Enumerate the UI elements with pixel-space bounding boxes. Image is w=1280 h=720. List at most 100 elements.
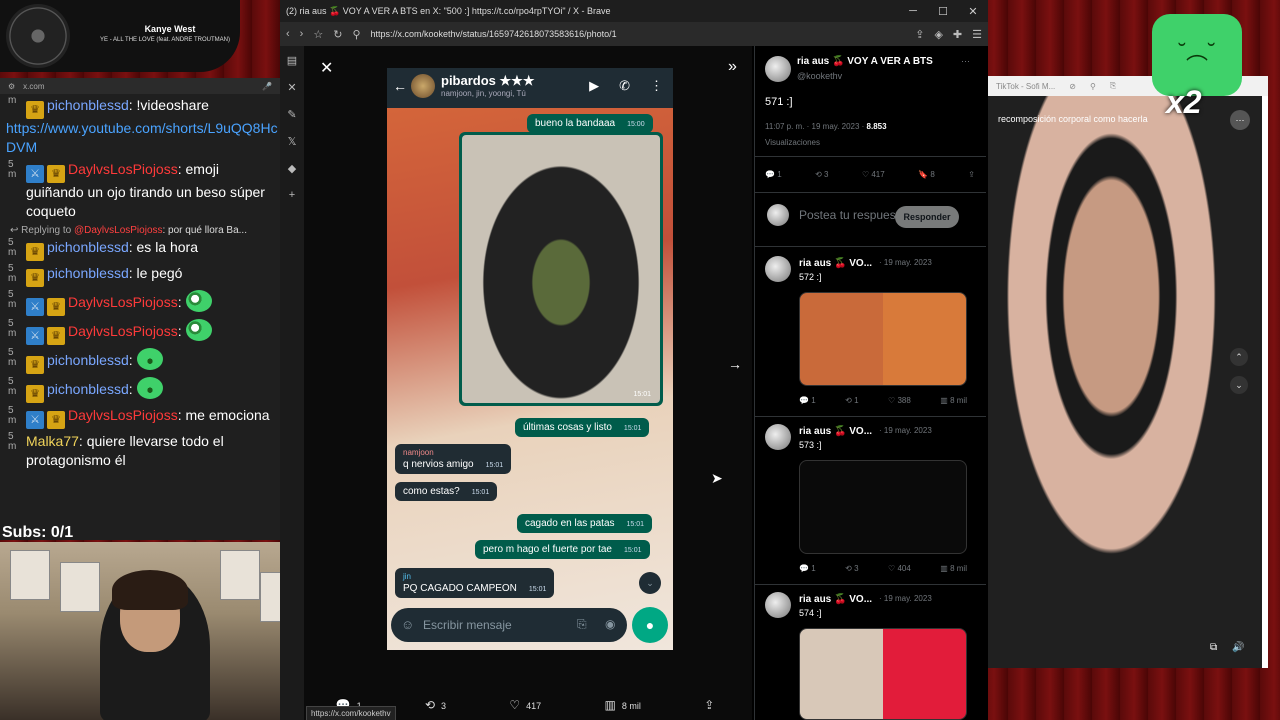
no-video-icon[interactable]: ⊘: [1069, 82, 1076, 91]
chat-username[interactable]: DaylvsLosPiojoss: [68, 294, 178, 310]
reply-author[interactable]: ria aus 🍒 VO...: [799, 594, 872, 605]
x-logo-icon[interactable]: 𝕏: [280, 135, 304, 148]
tweet-text: 571 :]: [765, 96, 793, 108]
brave-shield-icon[interactable]: ◈: [934, 28, 942, 41]
like-stat[interactable]: ♡ 404: [888, 564, 911, 573]
reload-icon[interactable]: ↻: [333, 28, 342, 41]
url-input[interactable]: https://x.com/kookethv/status/1659742618…: [371, 29, 906, 39]
next-photo-icon[interactable]: →: [728, 356, 742, 372]
share-icon[interactable]: ⇪: [968, 170, 975, 179]
chat-username[interactable]: DaylvsLosPiojoss: [68, 161, 178, 177]
pen-icon[interactable]: ✎: [280, 108, 304, 121]
chat-text: : es la hora: [128, 239, 198, 255]
repost-count: 3: [854, 564, 859, 573]
pin-icon[interactable]: ⎘: [1110, 81, 1116, 91]
message-timestamp: 5 m: [8, 431, 17, 452]
chat-username[interactable]: DaylvsLosPiojoss: [68, 323, 178, 339]
close-icon[interactable]: ✕: [280, 81, 304, 94]
mic-icon[interactable]: 🎤: [262, 82, 272, 91]
bookmark-icon[interactable]: ☆: [313, 28, 323, 41]
repost-action[interactable]: ⟲ 3: [425, 698, 446, 712]
now-playing-track: YE - ALL THE LOVE (feat. ANDRE TROUTMAN): [100, 37, 230, 43]
tiktok-tab[interactable]: TikTok - Sofi M...: [996, 82, 1055, 91]
chat-username[interactable]: pichonblessd: [47, 352, 129, 368]
views-stat[interactable]: ▥ 8 mil: [940, 564, 967, 573]
reply-target[interactable]: @DaylvsLosPiojoss: [74, 225, 163, 236]
close-photo-icon[interactable]: ✕: [320, 58, 333, 78]
more-icon[interactable]: ⋯: [1230, 110, 1250, 130]
share-action[interactable]: ⇪: [704, 698, 720, 712]
app-icon[interactable]: ◆: [280, 162, 304, 175]
reply-text: 572 :]: [799, 272, 822, 282]
author-handle[interactable]: @kookethv: [797, 71, 842, 81]
chat-link[interactable]: https://www.youtube.com/shorts/L9uQQ8HcD…: [6, 119, 280, 157]
message-timestamp: m: [8, 95, 17, 106]
volume-icon[interactable]: 🔊: [1232, 642, 1244, 653]
chevron-down-icon[interactable]: ⌄: [1230, 376, 1248, 394]
reply-image[interactable]: [799, 460, 967, 554]
add-icon[interactable]: +: [280, 189, 304, 201]
zoom-icon[interactable]: ⚲: [1090, 82, 1096, 91]
message-time: 15:01: [623, 547, 642, 554]
message-time: 15:01: [471, 489, 490, 496]
repost-stat[interactable]: ⟲ 3: [815, 170, 828, 179]
reply-input[interactable]: Postea tu respuesta: [799, 208, 906, 222]
close-window-button[interactable]: ✕: [958, 5, 988, 18]
menu-icon[interactable]: ☰: [972, 28, 982, 41]
like-action[interactable]: ♡ 417: [509, 698, 541, 712]
reply-image[interactable]: [799, 292, 967, 386]
reply-stat[interactable]: 💬 1: [799, 564, 816, 573]
tiktok-window: TikTok - Sofi M... ⊘ ⚲ ⎘ recomposición c…: [988, 76, 1268, 668]
chat-username[interactable]: Malka77: [26, 433, 79, 449]
collapse-icon[interactable]: »: [728, 58, 737, 76]
emote-icon: [185, 290, 212, 312]
chevron-up-icon[interactable]: ⌃: [1230, 348, 1248, 366]
reply-author[interactable]: ria aus 🍒 VO...: [799, 426, 872, 437]
stream-chat: ⚙ x.com 🎤 m ♛ pichonblessd: !videoshare htt…: [0, 78, 280, 540]
more-icon[interactable]: ⋯: [961, 56, 970, 67]
chat-username[interactable]: DaylvsLosPiojoss: [68, 407, 178, 423]
crown-badge-icon: ♛: [47, 327, 65, 345]
reply-avatar[interactable]: [765, 424, 791, 450]
chat-username[interactable]: pichonblessd: [47, 97, 129, 113]
chat-message: 5 m ♛ pichonblessd: es la hora: [6, 238, 280, 261]
repost-stat[interactable]: ⟲ 3: [845, 564, 858, 573]
crown-badge-icon: ♛: [26, 385, 44, 403]
like-stat[interactable]: ♡ 388: [888, 396, 911, 405]
site-info-icon[interactable]: ⚲: [352, 28, 360, 41]
chat-username[interactable]: pichonblessd: [47, 239, 129, 255]
bookmark-stat[interactable]: 🔖 8: [918, 170, 935, 179]
extensions-icon[interactable]: ✚: [953, 28, 962, 41]
reply-avatar[interactable]: [765, 592, 791, 618]
reply-image[interactable]: [799, 628, 967, 720]
crown-badge-icon: ♛: [47, 411, 65, 429]
reply-button[interactable]: Responder: [895, 206, 959, 228]
repost-stat[interactable]: ⟲ 1: [845, 396, 858, 405]
like-stat[interactable]: ♡ 417: [862, 170, 885, 179]
reply-stat[interactable]: 💬 1: [799, 396, 816, 405]
views-action[interactable]: ▥ 8 mil: [605, 698, 641, 712]
settings-icon[interactable]: ⚙: [8, 82, 15, 91]
arrow-left-icon: ←: [393, 78, 407, 94]
reply-author[interactable]: ria aus 🍒 VO...: [799, 258, 872, 269]
reply-avatar[interactable]: [765, 256, 791, 282]
author-avatar[interactable]: [765, 56, 791, 82]
minimize-button[interactable]: ─: [898, 5, 928, 18]
views-icon: ▥: [604, 698, 616, 712]
chat-username[interactable]: pichonblessd: [47, 265, 129, 281]
views-stat[interactable]: ▥ 8 mil: [940, 396, 967, 405]
reply-stat[interactable]: 💬 1: [765, 170, 782, 179]
subs-counter: Subs: 0/1: [2, 524, 74, 541]
forward-icon[interactable]: ›: [300, 28, 304, 40]
message-text: cagado en las patas: [525, 518, 615, 529]
sidebar-toggle-icon[interactable]: ▤: [280, 54, 304, 67]
maximize-button[interactable]: ☐: [928, 5, 958, 18]
share-icon[interactable]: ⇪: [915, 28, 924, 41]
chat-username[interactable]: pichonblessd: [47, 381, 129, 397]
chat-message: 5 m ♛ pichonblessd:: [6, 348, 280, 374]
tiktok-video[interactable]: [988, 96, 1262, 668]
message-bubble: últimas cosas y listo 15:01: [515, 418, 650, 437]
pip-icon[interactable]: ⧉: [1210, 642, 1217, 653]
back-icon[interactable]: ‹: [286, 28, 290, 40]
author-name[interactable]: ria aus 🍒 VOY A VER A BTS: [797, 56, 933, 67]
